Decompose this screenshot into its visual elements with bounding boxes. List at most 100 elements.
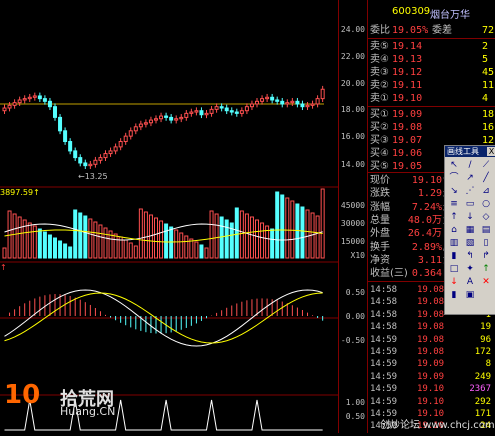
down-marker-icon[interactable]: ↓ bbox=[463, 211, 477, 224]
axis-label: 15000 bbox=[340, 237, 365, 246]
candle-body bbox=[275, 99, 280, 102]
pointer-icon[interactable]: ↖ bbox=[447, 159, 461, 172]
site-domain: Huang.CN bbox=[60, 405, 116, 418]
candle-body bbox=[32, 95, 37, 98]
pitchfork-icon[interactable]: ⌂ bbox=[447, 224, 461, 237]
candle-body bbox=[219, 106, 224, 109]
ask-volume: 11 bbox=[482, 80, 495, 91]
candle-body bbox=[194, 110, 199, 113]
candle-body bbox=[209, 108, 214, 114]
ask-row: 卖① 19.10 4 bbox=[370, 92, 495, 105]
candle-body bbox=[179, 116, 184, 120]
ask-volume: 2 bbox=[482, 41, 489, 52]
bid-price: 19.06 bbox=[392, 148, 423, 159]
volume-bar bbox=[315, 215, 320, 259]
volume-bar bbox=[249, 216, 254, 259]
box-icon[interactable]: □ bbox=[447, 263, 461, 276]
volume-bar bbox=[73, 209, 78, 259]
circle-icon[interactable]: ○ bbox=[479, 198, 493, 211]
candle-body bbox=[63, 130, 68, 143]
quote-label: 涨跌 bbox=[370, 188, 390, 200]
draw-tool-palette[interactable]: 画线工具 X ↖ / ⟋ ⌒ ↗ ╱ ↘ ⋰ ⊿ ≡ ▭ ○ ↑ ↓ ◇ ⌂ ▦ ▤ ▥ ▧ ▯ ▮ ↰ ↱ □ ✦ ↑ ↓ A ✕ ▮ ▣ bbox=[444, 145, 495, 315]
select-all-icon[interactable]: ▣ bbox=[463, 289, 477, 302]
gann-fan-icon[interactable]: ▧ bbox=[463, 237, 477, 250]
quote-label: 现价 bbox=[370, 175, 390, 186]
quote-label: 收益(三) bbox=[370, 268, 408, 280]
star-icon[interactable]: ✦ bbox=[463, 263, 477, 276]
diamond-icon[interactable]: ◇ bbox=[479, 211, 493, 224]
ask-volume: 4 bbox=[482, 93, 489, 104]
ask-price: 19.12 bbox=[392, 67, 423, 78]
candle-body bbox=[214, 106, 219, 110]
cycle-b-icon[interactable]: ▮ bbox=[447, 250, 461, 263]
cycle-a-icon[interactable]: ▯ bbox=[479, 237, 493, 250]
candle-body bbox=[229, 110, 234, 113]
bid-price: 19.09 bbox=[392, 109, 423, 120]
candle-body bbox=[148, 119, 153, 124]
turn-right-icon[interactable]: ↱ bbox=[479, 250, 493, 263]
quote-label: 换手 bbox=[370, 241, 390, 253]
candle-body bbox=[234, 111, 239, 114]
candle-body bbox=[270, 96, 275, 101]
candle-body bbox=[199, 110, 204, 116]
ask-price: 19.14 bbox=[392, 41, 423, 52]
buy-arrow-icon[interactable]: ↑ bbox=[479, 263, 493, 276]
volume-bar bbox=[98, 224, 103, 259]
ask-volume: 5 bbox=[482, 54, 489, 65]
arc-icon[interactable]: ⌒ bbox=[447, 172, 461, 185]
axis-label: -0.50 bbox=[340, 336, 365, 345]
volume-bar bbox=[285, 197, 290, 259]
candle-body bbox=[27, 96, 32, 100]
volume-left-label: 3897.59↑ bbox=[0, 188, 40, 197]
gann-lines-icon[interactable]: ▥ bbox=[447, 237, 461, 250]
arrow-up-right-icon[interactable]: ↗ bbox=[463, 172, 477, 185]
sell-arrow-icon[interactable]: ↓ bbox=[447, 276, 461, 289]
quote-label: 外盘 bbox=[370, 228, 390, 240]
volume-bar bbox=[164, 223, 169, 259]
ask-row: 卖④ 19.13 5 bbox=[370, 53, 495, 66]
parallel-icon[interactable]: ≡ bbox=[447, 198, 461, 211]
close-button[interactable]: X bbox=[487, 147, 495, 156]
quote-value: 7.24% bbox=[411, 201, 442, 213]
candle-body bbox=[12, 102, 17, 106]
volume-bar bbox=[78, 212, 83, 259]
volume-bar bbox=[224, 219, 229, 259]
turn-left-icon[interactable]: ↰ bbox=[463, 250, 477, 263]
volume-bar bbox=[214, 213, 219, 259]
axis-label: 24.00 bbox=[340, 25, 365, 34]
volume-bar bbox=[184, 235, 189, 259]
fill-icon[interactable]: ▮ bbox=[447, 289, 461, 302]
delete-icon[interactable]: ✕ bbox=[479, 276, 493, 289]
triangle-icon[interactable]: ⊿ bbox=[479, 185, 493, 198]
rectangle-icon[interactable]: ▭ bbox=[463, 198, 477, 211]
volume-bar bbox=[128, 242, 133, 259]
quote-value: 0.364 bbox=[411, 268, 442, 280]
volume-bar bbox=[174, 229, 179, 259]
volume-bar bbox=[27, 222, 32, 259]
bid-price: 19.08 bbox=[392, 122, 423, 133]
candle-body bbox=[265, 96, 270, 100]
fib-grid-icon[interactable]: ▦ bbox=[463, 224, 477, 237]
order-ratio-row: 委比 19.05% 委差 72 bbox=[370, 24, 495, 37]
candle-body bbox=[169, 116, 174, 121]
candle-body bbox=[93, 159, 98, 165]
volume-bar bbox=[138, 208, 143, 259]
line-icon[interactable]: / bbox=[463, 159, 477, 172]
draw-tool-title: 画线工具 X bbox=[445, 146, 495, 157]
channel-icon[interactable]: ⋰ bbox=[463, 185, 477, 198]
kline-chart[interactable]: 3897.59↑ ←13.25 ↑ bbox=[0, 0, 367, 433]
quote-value: 48.0万 bbox=[407, 214, 442, 226]
up-marker-icon[interactable]: ↑ bbox=[447, 211, 461, 224]
axis-label: 0.00 bbox=[345, 312, 365, 321]
fib-lines-icon[interactable]: ▤ bbox=[479, 224, 493, 237]
volume-bar bbox=[234, 207, 239, 259]
candle-body bbox=[255, 100, 259, 105]
price-axis: 24.00 22.00 20.00 18.00 16.00 14.00 4500… bbox=[338, 0, 367, 433]
ray-icon[interactable]: ⟋ bbox=[479, 159, 493, 172]
text-icon[interactable]: A bbox=[463, 276, 477, 289]
ask-price: 19.11 bbox=[392, 80, 423, 91]
segment-icon[interactable]: ╱ bbox=[479, 172, 493, 185]
quote-value: 3.11 bbox=[417, 254, 442, 266]
arrow-down-right-icon[interactable]: ↘ bbox=[447, 185, 461, 198]
volume-bar bbox=[68, 246, 73, 259]
